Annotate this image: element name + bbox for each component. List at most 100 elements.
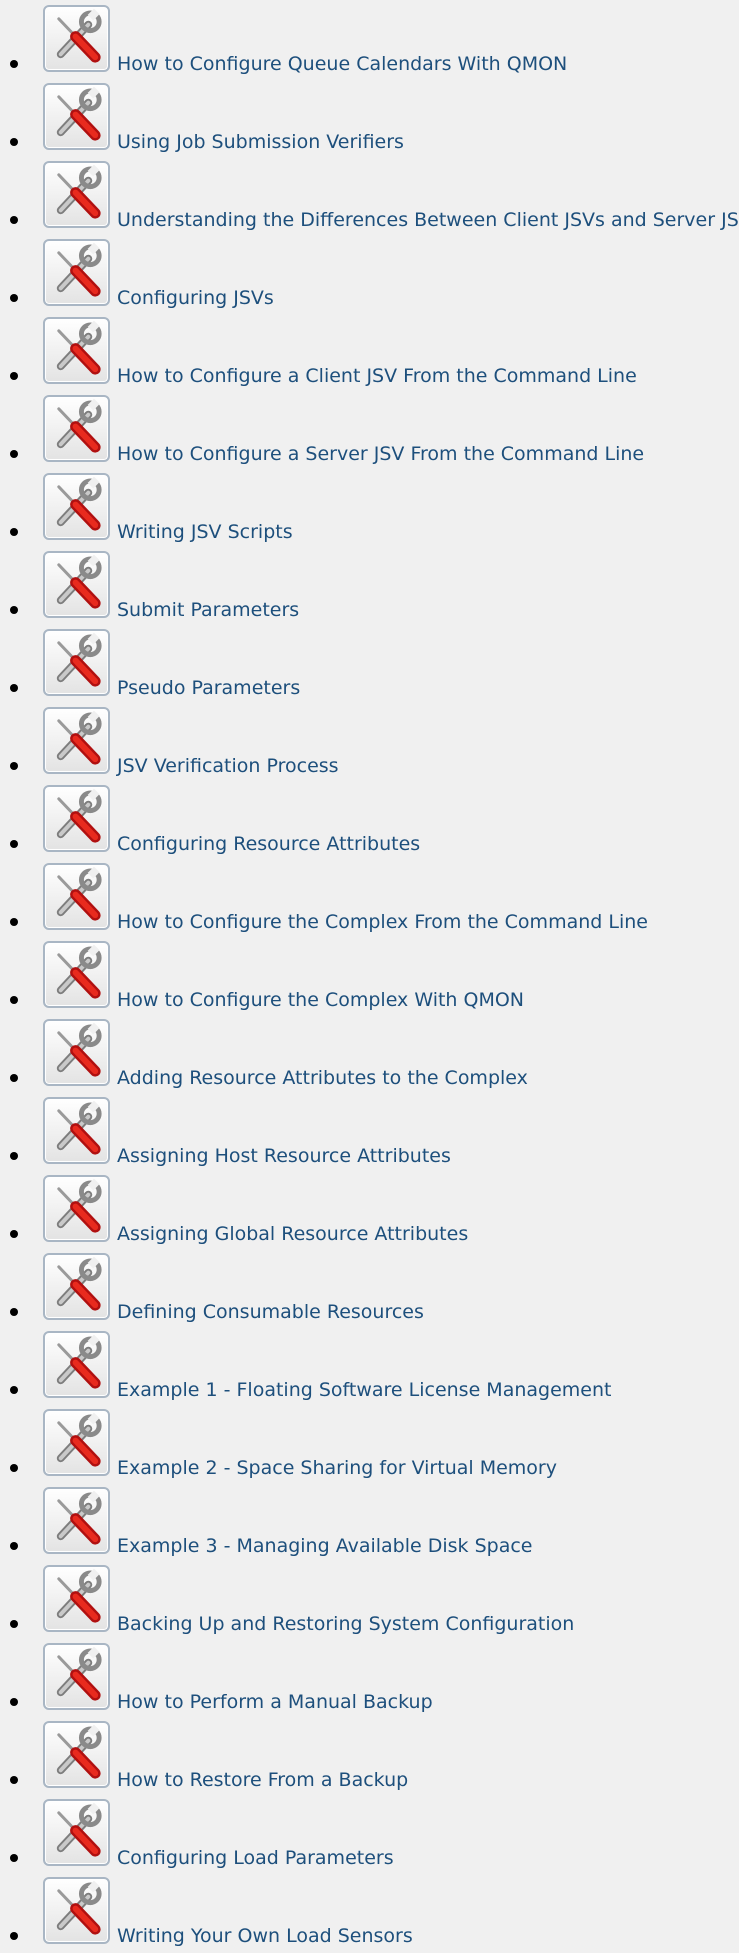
- topic-link[interactable]: Configuring Resource Attributes: [117, 832, 420, 856]
- tools-icon: [43, 1331, 110, 1398]
- topic-link[interactable]: How to Configure Queue Calendars With QM…: [117, 52, 567, 76]
- bullet: [10, 1932, 18, 1940]
- topic-link[interactable]: Example 2 - Space Sharing for Virtual Me…: [117, 1456, 557, 1480]
- topic-link[interactable]: Example 1 - Floating Software License Ma…: [117, 1378, 611, 1402]
- list-item: How to Configure Queue Calendars With QM…: [0, 3, 739, 81]
- tools-icon: [43, 1487, 110, 1554]
- topic-link[interactable]: Defining Consumable Resources: [117, 1300, 424, 1324]
- tools-icon: [43, 1097, 110, 1164]
- topic-link[interactable]: Submit Parameters: [117, 598, 299, 622]
- bullet: [10, 1308, 18, 1316]
- list-item: Configuring Load Parameters: [0, 1797, 739, 1875]
- bullet: [10, 840, 18, 848]
- list-item: Adding Resource Attributes to the Comple…: [0, 1017, 739, 1095]
- bullet: [10, 996, 18, 1004]
- topic-link[interactable]: Adding Resource Attributes to the Comple…: [117, 1066, 528, 1090]
- bullet: [10, 918, 18, 926]
- tools-icon: [43, 707, 110, 774]
- tools-icon: [43, 1799, 110, 1866]
- list-item: Using Job Submission Verifiers: [0, 81, 739, 159]
- topic-link[interactable]: Understanding the Differences Between Cl…: [117, 208, 739, 232]
- bullet: [10, 1386, 18, 1394]
- tools-icon: [43, 551, 110, 618]
- topic-link[interactable]: How to Configure the Complex With QMON: [117, 988, 524, 1012]
- topic-link[interactable]: Assigning Host Resource Attributes: [117, 1144, 451, 1168]
- list-item: Writing JSV Scripts: [0, 471, 739, 549]
- tools-icon: [43, 239, 110, 306]
- topic-link[interactable]: JSV Verification Process: [117, 754, 339, 778]
- list-item: Example 2 - Space Sharing for Virtual Me…: [0, 1407, 739, 1485]
- tools-icon: [43, 161, 110, 228]
- tools-icon: [43, 629, 110, 696]
- tools-icon: [43, 1175, 110, 1242]
- tools-icon: [43, 473, 110, 540]
- topic-link[interactable]: Pseudo Parameters: [117, 676, 300, 700]
- bullet: [10, 1152, 18, 1160]
- list-item: How to Configure the Complex With QMON: [0, 939, 739, 1017]
- bullet: [10, 1074, 18, 1082]
- bullet: [10, 294, 18, 302]
- list-item: Defining Consumable Resources: [0, 1251, 739, 1329]
- bullet: [10, 450, 18, 458]
- topic-link[interactable]: How to Restore From a Backup: [117, 1768, 408, 1792]
- tools-icon: [43, 83, 110, 150]
- list-item: Writing Your Own Load Sensors: [0, 1875, 739, 1953]
- bullet: [10, 684, 18, 692]
- tools-icon: [43, 1721, 110, 1788]
- topic-link[interactable]: Configuring Load Parameters: [117, 1846, 394, 1870]
- bullet: [10, 1854, 18, 1862]
- list-item: How to Configure a Client JSV From the C…: [0, 315, 739, 393]
- list-item: Assigning Global Resource Attributes: [0, 1173, 739, 1251]
- bullet: [10, 372, 18, 380]
- tools-icon: [43, 785, 110, 852]
- topic-link[interactable]: Assigning Global Resource Attributes: [117, 1222, 468, 1246]
- bullet: [10, 1776, 18, 1784]
- list-item: Assigning Host Resource Attributes: [0, 1095, 739, 1173]
- bullet: [10, 1542, 18, 1550]
- topic-link[interactable]: How to Configure a Client JSV From the C…: [117, 364, 637, 388]
- tools-icon: [43, 941, 110, 1008]
- tools-icon: [43, 863, 110, 930]
- topic-link[interactable]: Configuring JSVs: [117, 286, 274, 310]
- tools-icon: [43, 1877, 110, 1944]
- tools-icon: [43, 317, 110, 384]
- tools-icon: [43, 1643, 110, 1710]
- bullet: [10, 1620, 18, 1628]
- bullet: [10, 138, 18, 146]
- bullet: [10, 1230, 18, 1238]
- bullet: [10, 216, 18, 224]
- list-item: JSV Verification Process: [0, 705, 739, 783]
- list-item: Understanding the Differences Between Cl…: [0, 159, 739, 237]
- topic-link[interactable]: Writing JSV Scripts: [117, 520, 293, 544]
- list-item: How to Perform a Manual Backup: [0, 1641, 739, 1719]
- topic-list: How to Configure Queue Calendars With QM…: [0, 3, 739, 1953]
- topic-link[interactable]: Writing Your Own Load Sensors: [117, 1924, 413, 1948]
- topic-link[interactable]: How to Configure the Complex From the Co…: [117, 910, 648, 934]
- list-item: Backing Up and Restoring System Configur…: [0, 1563, 739, 1641]
- tools-icon: [43, 1565, 110, 1632]
- bullet: [10, 60, 18, 68]
- list-item: Pseudo Parameters: [0, 627, 739, 705]
- list-item: Example 3 - Managing Available Disk Spac…: [0, 1485, 739, 1563]
- bullet: [10, 762, 18, 770]
- bullet: [10, 1464, 18, 1472]
- topic-link[interactable]: Backing Up and Restoring System Configur…: [117, 1612, 574, 1636]
- topic-link[interactable]: How to Configure a Server JSV From the C…: [117, 442, 644, 466]
- bullet: [10, 1698, 18, 1706]
- bullet: [10, 528, 18, 536]
- tools-icon: [43, 1253, 110, 1320]
- list-item: How to Restore From a Backup: [0, 1719, 739, 1797]
- list-item: How to Configure the Complex From the Co…: [0, 861, 739, 939]
- topic-link[interactable]: How to Perform a Manual Backup: [117, 1690, 433, 1714]
- list-item: Submit Parameters: [0, 549, 739, 627]
- tools-icon: [43, 1409, 110, 1476]
- topic-link[interactable]: Example 3 - Managing Available Disk Spac…: [117, 1534, 533, 1558]
- list-item: Configuring JSVs: [0, 237, 739, 315]
- tools-icon: [43, 395, 110, 462]
- tools-icon: [43, 1019, 110, 1086]
- list-item: Configuring Resource Attributes: [0, 783, 739, 861]
- tools-icon: [43, 5, 110, 72]
- topic-link[interactable]: Using Job Submission Verifiers: [117, 130, 404, 154]
- bullet: [10, 606, 18, 614]
- list-item: How to Configure a Server JSV From the C…: [0, 393, 739, 471]
